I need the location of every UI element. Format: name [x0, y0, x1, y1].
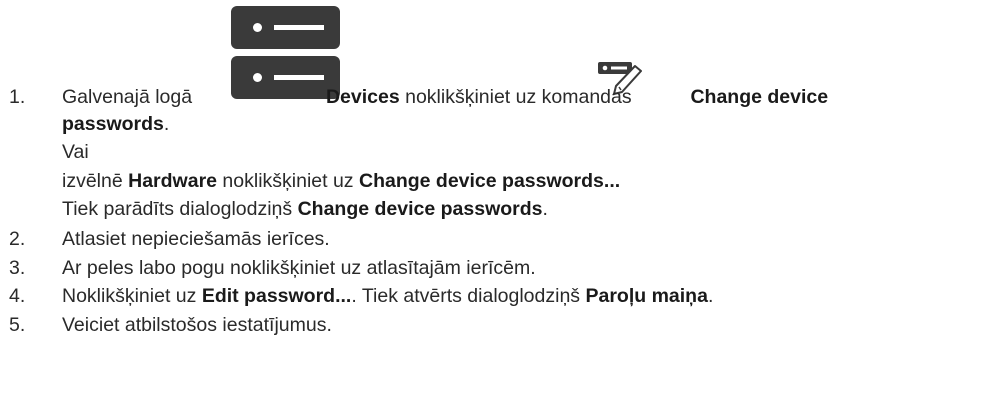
- dialog-name: Change device passwords: [297, 198, 543, 220]
- edit-password-label: Edit password...: [201, 285, 352, 307]
- step-text: Ar peles labo pogu noklikšķiniet uz atla…: [62, 257, 536, 279]
- step-number: 2.: [9, 228, 26, 250]
- step-number: 1.: [9, 86, 26, 108]
- hardware-menu-label: Hardware: [128, 170, 217, 192]
- step-text: Atlasiet nepieciešamās ierīces.: [62, 228, 330, 250]
- password-change-dialog-label: Paroļu maiņa: [585, 285, 708, 307]
- passwords-label: passwords: [62, 113, 164, 135]
- change-device-label: Change device: [690, 86, 829, 108]
- step-text: Galvenajā logā Devices noklikšķiniet uz …: [62, 86, 829, 108]
- step-number: 4.: [9, 285, 26, 307]
- step-number: 3.: [9, 257, 26, 279]
- step-text: Noklikšķiniet uz Edit password.... Tiek …: [62, 285, 714, 307]
- change-device-passwords-menu-item: Change device passwords...: [358, 170, 621, 192]
- step-text: Veiciet atbilstošos iestatījumus.: [62, 314, 332, 336]
- step-number: 5.: [9, 314, 26, 336]
- devices-label: Devices: [325, 86, 400, 108]
